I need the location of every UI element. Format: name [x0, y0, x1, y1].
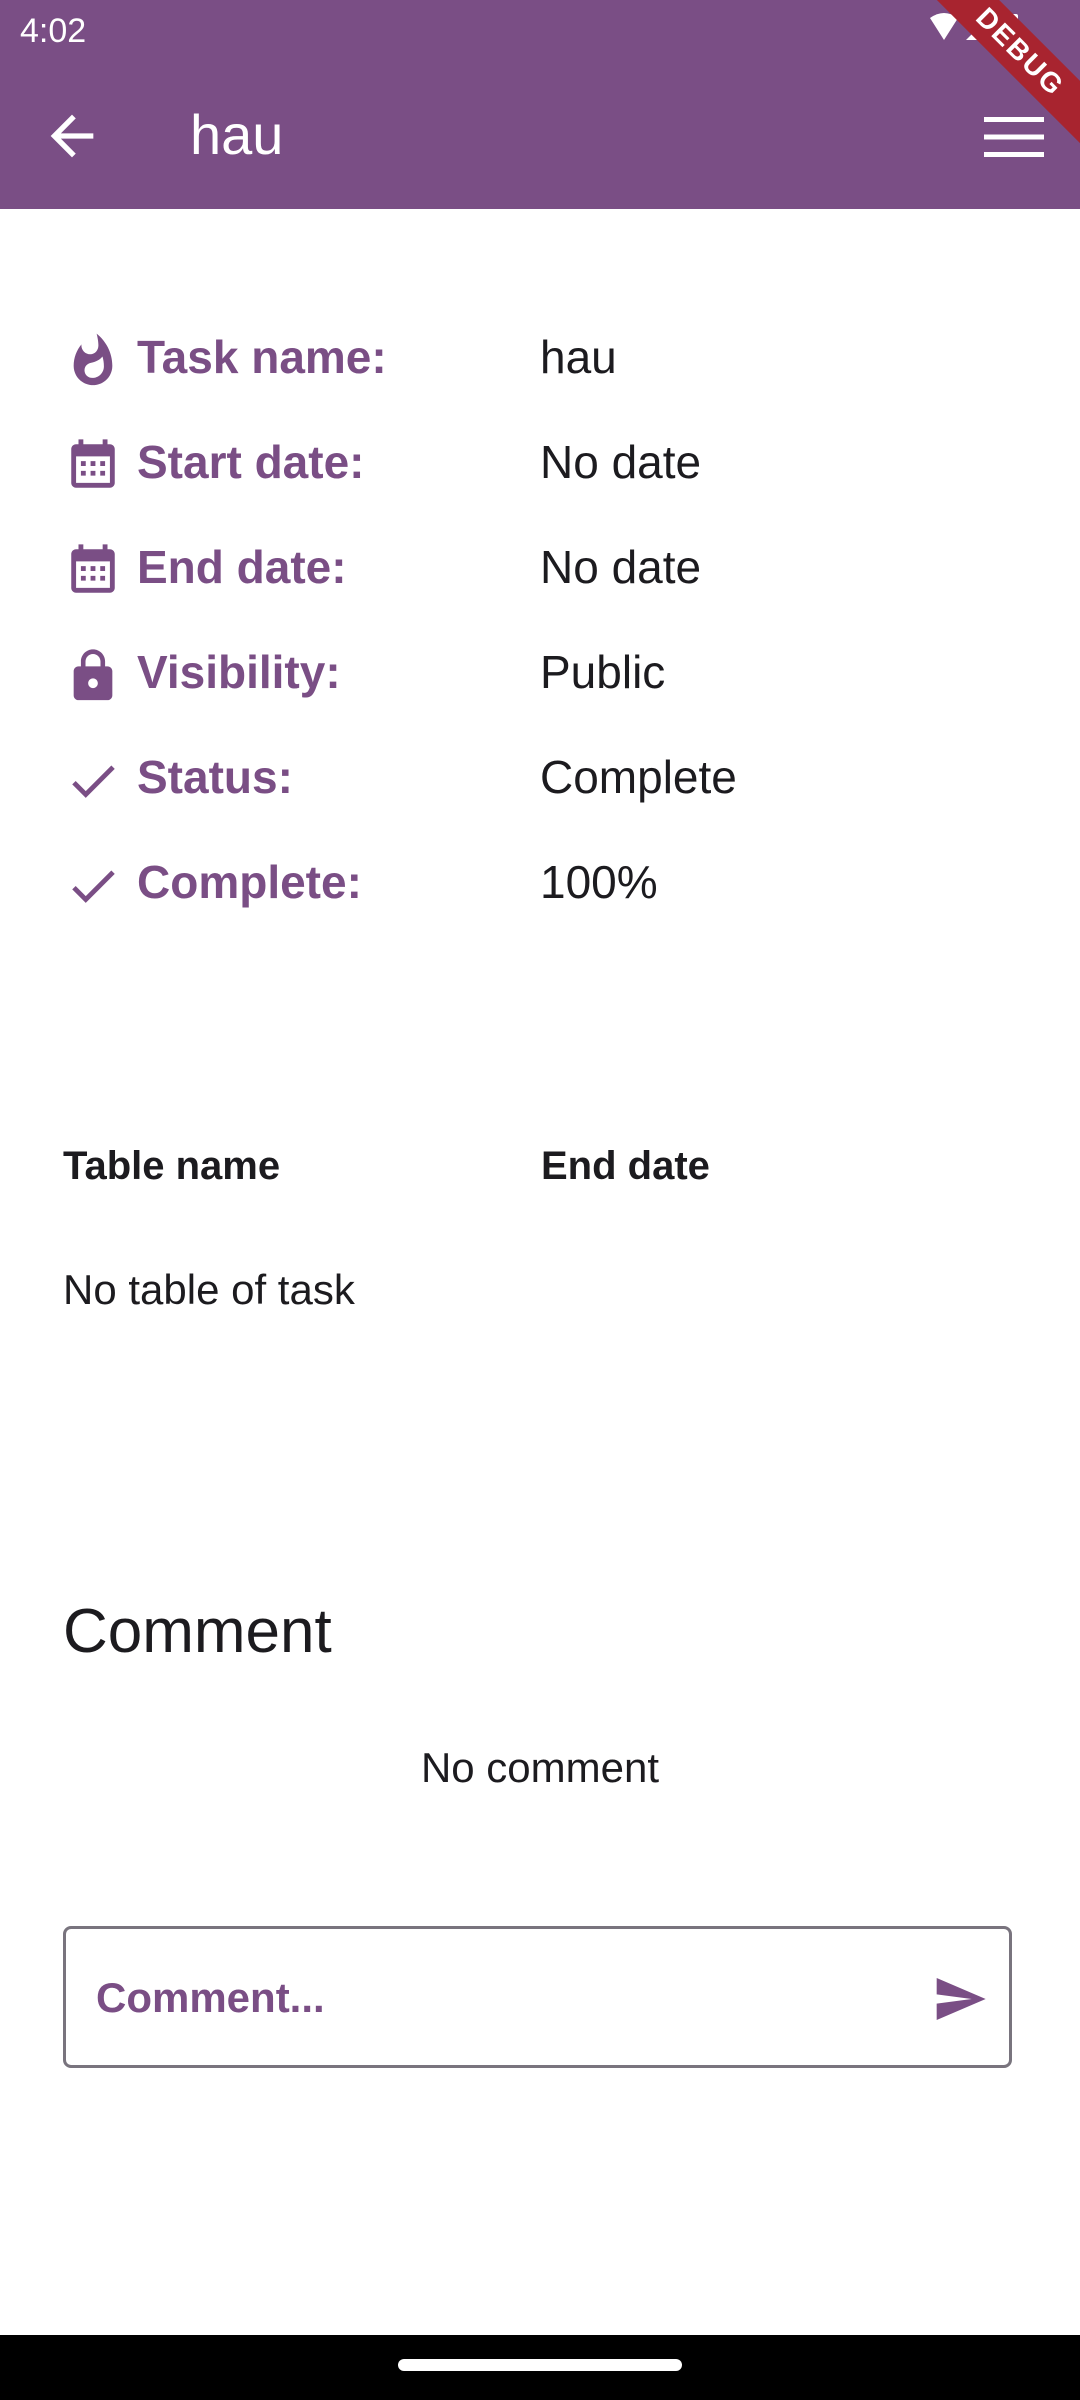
visibility-label: Visibility:	[137, 646, 341, 698]
comment-section-title: Comment	[63, 1597, 332, 1666]
start-date-label: Start date:	[137, 436, 365, 488]
comment-input[interactable]	[94, 1965, 918, 2031]
send-icon[interactable]	[928, 1971, 992, 2027]
start-date-row: Start date: No date	[62, 425, 1022, 530]
complete-row: Complete: 100%	[62, 845, 1022, 950]
visibility-row: Visibility: Public	[62, 635, 1022, 740]
check-icon	[72, 765, 115, 798]
home-gesture-handle[interactable]	[398, 2359, 682, 2371]
table-header-end-date: End date	[541, 1144, 710, 1188]
status-label: Status:	[137, 751, 293, 803]
no-comment-text: No comment	[420, 1744, 660, 1791]
calendar-icon	[71, 439, 115, 488]
table-header-name: Table name	[63, 1144, 281, 1188]
end-date-label: End date:	[137, 541, 347, 593]
task-name-row: Task name: hau	[62, 320, 1022, 425]
page-title: hau	[190, 103, 284, 166]
status-row: Status: Complete	[62, 740, 1022, 845]
status-bar: 4:02	[0, 0, 1080, 64]
table-empty-text: No table of task	[63, 1266, 355, 1313]
menu-icon[interactable]	[984, 112, 1044, 162]
calendar-icon	[71, 544, 115, 593]
status-time: 4:02	[20, 12, 87, 50]
end-date-value: No date	[540, 541, 702, 593]
app-bar: hau	[0, 64, 1080, 209]
task-name-label: Task name:	[137, 331, 387, 383]
arrow-back-icon[interactable]	[40, 104, 104, 168]
start-date-value: No date	[540, 436, 702, 488]
check-icon	[72, 870, 115, 903]
status-value: Complete	[540, 751, 737, 803]
visibility-value: Public	[540, 646, 666, 698]
lock-icon	[73, 649, 113, 701]
task-info-list: Task name: hau Start date: No date End d…	[62, 320, 1022, 950]
fire-icon	[73, 333, 113, 386]
task-name-value: hau	[540, 331, 617, 383]
comment-field[interactable]	[63, 1926, 1012, 2068]
end-date-row: End date: No date	[62, 530, 1022, 635]
complete-value: 100%	[540, 856, 658, 908]
system-nav-bar	[0, 2335, 1080, 2400]
complete-label: Complete:	[137, 856, 362, 908]
